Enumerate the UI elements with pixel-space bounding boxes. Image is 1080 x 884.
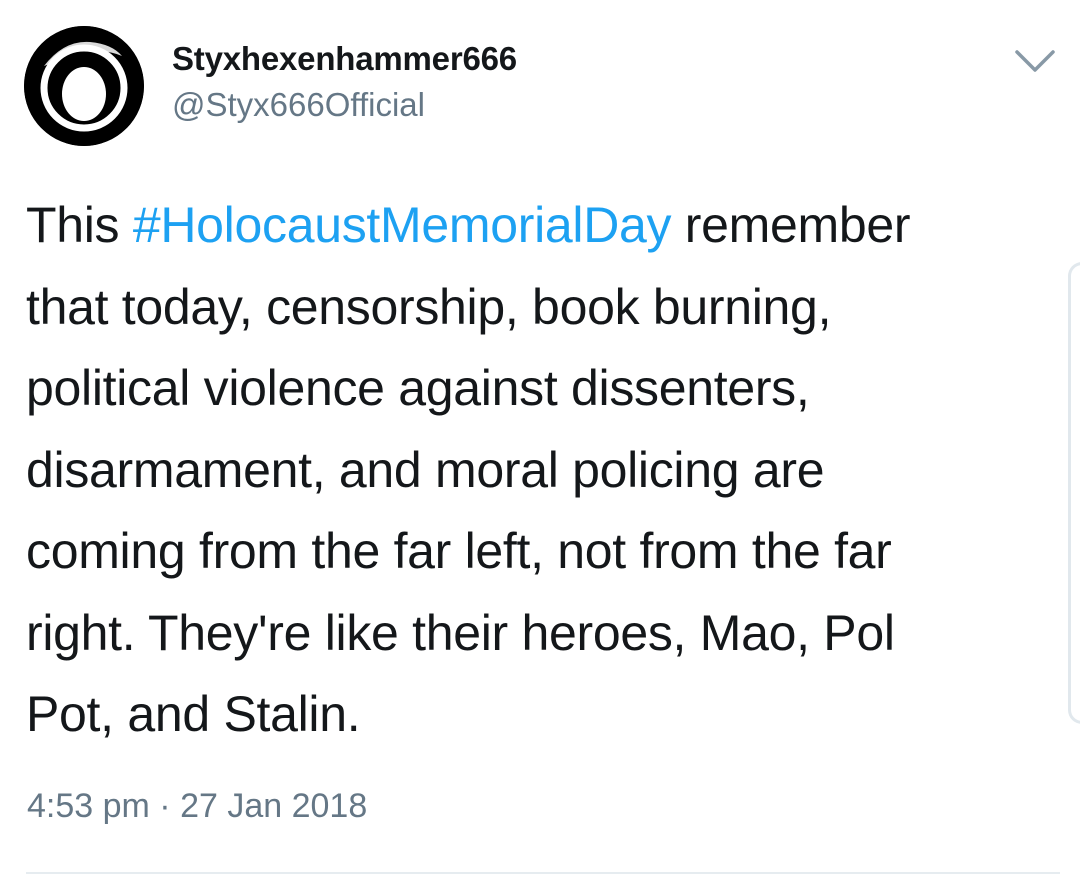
hashtag-link[interactable]: #HolocaustMemorialDay — [133, 197, 672, 253]
tweet-text-line: that today, censorship, book burning, — [26, 278, 832, 335]
tweet-text-line: Pot, and Stalin. — [26, 686, 361, 742]
tweet-text-line: disarmament, and moral policing are — [26, 441, 825, 498]
tweet-text: This #HolocaustMemorialDay remember that… — [26, 185, 1036, 756]
circle-logo-icon — [24, 26, 144, 146]
display-name[interactable]: Styxhexenhammer666 — [172, 40, 517, 78]
tweet-text-segment: This — [26, 197, 133, 253]
chevron-down-icon[interactable] — [1013, 46, 1057, 76]
divider — [26, 872, 1060, 874]
tweet-text-line: This #HolocaustMemorialDay remember — [26, 185, 1036, 267]
tweet-text-segment: remember — [671, 197, 911, 253]
tweet-text-line: right. They're like their heroes, Mao, P… — [26, 604, 895, 661]
tweet-text-line: political violence against dissenters, — [26, 360, 810, 416]
avatar[interactable] — [24, 26, 144, 146]
user-handle[interactable]: @Styx666Official — [172, 86, 425, 124]
tweet-text-line: coming from the far left, not from the f… — [26, 523, 892, 579]
tweet: Styxhexenhammer666 @Styx666Official This… — [0, 0, 1080, 884]
timestamp[interactable]: 4:53 pm · 27 Jan 2018 — [27, 787, 367, 826]
scroll-handle[interactable] — [1068, 262, 1080, 724]
